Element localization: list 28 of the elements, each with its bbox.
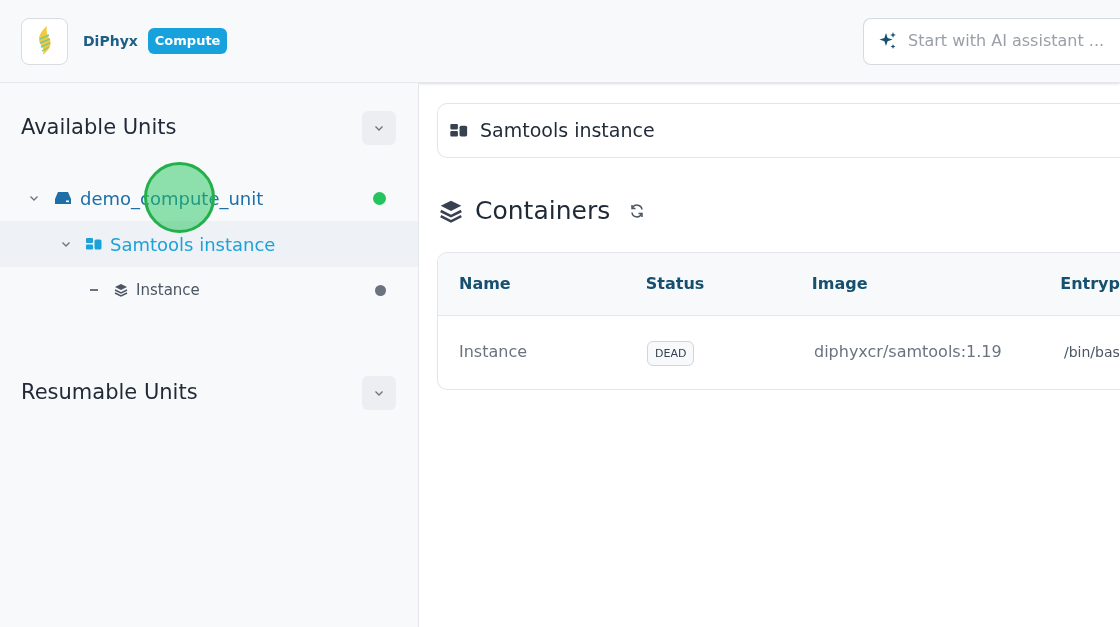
section-title: Available Units	[21, 114, 177, 142]
column-header: Name	[459, 272, 512, 295]
table-cell: /bin/bas	[1064, 344, 1120, 360]
breadcrumb-title: Samtools instance	[480, 118, 655, 144]
status-badge: DEAD	[647, 341, 695, 366]
layers-icon	[439, 198, 463, 223]
tree-item-label: Instance	[136, 279, 200, 301]
section-heading: Containers	[475, 195, 611, 227]
assistant-input[interactable]: Start with AI assistant ...	[908, 29, 1120, 53]
tree-item[interactable]: Instance	[0, 267, 418, 313]
blocks-icon	[86, 238, 102, 250]
tree-item-label: Samtools instance	[110, 232, 276, 257]
drive-icon	[54, 191, 72, 205]
dash-icon	[90, 289, 98, 291]
assistant-field[interactable]: Start with AI assistant ...	[863, 17, 1120, 65]
section-title: Resumable Units	[21, 379, 198, 407]
product-badge: Compute	[147, 28, 228, 54]
column-header: Entryp	[1060, 272, 1120, 295]
refresh-icon	[629, 202, 646, 219]
sparkles-icon	[878, 31, 898, 51]
table-cell: Instance	[459, 342, 528, 361]
column-header: Image	[811, 272, 869, 295]
column-header: Status	[645, 272, 706, 295]
blocks-icon	[450, 124, 468, 137]
layers-icon	[114, 283, 128, 297]
tree-item[interactable]: Samtools instance	[0, 221, 418, 267]
table-cell: diphyxcr/samtools:1.19	[814, 342, 1002, 361]
brand-name: DiPhyx	[83, 31, 138, 51]
